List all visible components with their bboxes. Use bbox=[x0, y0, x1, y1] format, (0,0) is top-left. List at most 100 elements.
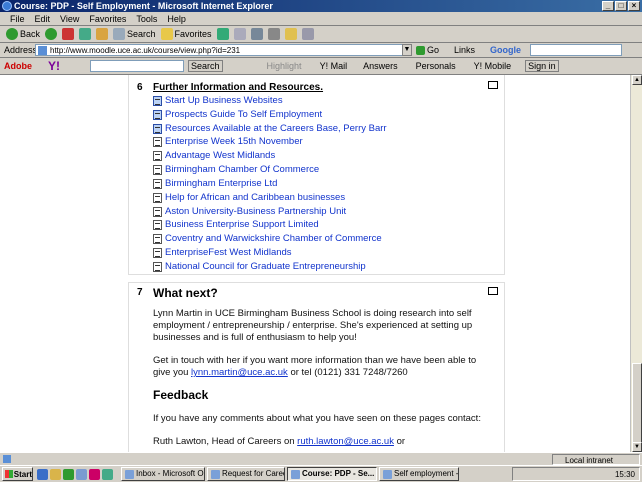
history-button[interactable] bbox=[233, 28, 246, 40]
section-toggle-checkbox[interactable] bbox=[488, 287, 498, 295]
scroll-down-arrow-icon[interactable]: ▼ bbox=[632, 442, 642, 452]
menu-view[interactable]: View bbox=[60, 14, 79, 24]
resource-link[interactable]: Resources Available at the Careers Base,… bbox=[153, 123, 387, 134]
menu-file[interactable]: File bbox=[10, 14, 25, 24]
menu-bar: File Edit View Favorites Tools Help bbox=[0, 12, 642, 26]
resource-label: Birmingham Enterprise Ltd bbox=[165, 178, 278, 189]
minimize-button[interactable]: _ bbox=[602, 1, 614, 11]
resource-link[interactable]: Aston University-Business Partnership Un… bbox=[153, 206, 346, 217]
print-button[interactable] bbox=[267, 28, 280, 40]
resource-link[interactable]: Enterprise Week 15th November bbox=[153, 136, 303, 147]
adobe-button[interactable]: Adobe bbox=[4, 61, 32, 71]
resource-label: National Council for Graduate Entreprene… bbox=[165, 261, 366, 272]
yahoo-mail-button[interactable]: Y! Mail bbox=[320, 61, 348, 71]
course-section-7: 7 What next? Lynn Martin in UCE Birmingh… bbox=[128, 282, 505, 452]
yahoo-logo-icon[interactable]: Y! bbox=[48, 59, 60, 73]
menu-help[interactable]: Help bbox=[167, 14, 186, 24]
media-quicklaunch-icon[interactable] bbox=[63, 468, 74, 480]
resource-label: Help for African and Caribbean businesse… bbox=[165, 192, 346, 203]
sign-in-button[interactable]: Sign in bbox=[525, 60, 559, 72]
taskbar-button-course[interactable]: Course: PDP - Se... bbox=[287, 467, 377, 481]
resource-link[interactable]: Business Enterprise Support Limited bbox=[153, 219, 319, 230]
resource-label: Business Enterprise Support Limited bbox=[165, 219, 319, 230]
links-button[interactable]: Links bbox=[454, 45, 475, 55]
messenger-button[interactable] bbox=[301, 28, 314, 40]
resource-label: Enterprise Week 15th November bbox=[165, 136, 303, 147]
mail-button[interactable] bbox=[250, 28, 263, 40]
ie-logo-icon bbox=[2, 1, 12, 11]
scroll-up-arrow-icon[interactable]: ▲ bbox=[632, 75, 642, 85]
favorites-button[interactable]: Favorites bbox=[160, 28, 212, 40]
yahoo-search-button[interactable]: Search bbox=[188, 60, 223, 72]
intro-paragraph: Lynn Martin in UCE Birmingham Business S… bbox=[153, 308, 473, 343]
section-number: 6 bbox=[137, 82, 143, 93]
taskbar-button-inbox[interactable]: Inbox - Microsoft Outl... bbox=[121, 467, 205, 481]
page-status-icon bbox=[3, 455, 11, 463]
highlight-button[interactable]: Highlight bbox=[267, 61, 302, 71]
app2-quicklaunch-icon[interactable] bbox=[102, 468, 113, 480]
forward-button[interactable] bbox=[45, 28, 58, 40]
zone-indicator: Local intranet bbox=[552, 454, 640, 465]
yahoo-search-input[interactable] bbox=[90, 60, 184, 72]
resource-label: Start Up Business Websites bbox=[165, 95, 283, 106]
address-dropdown-button[interactable]: ▼ bbox=[402, 44, 412, 56]
window-titlebar: Course: PDP - Self Employment - Microsof… bbox=[0, 0, 642, 12]
app-quicklaunch-icon[interactable] bbox=[89, 468, 100, 480]
resource-label: Birmingham Chamber Of Commerce bbox=[165, 164, 320, 175]
go-button[interactable]: Go bbox=[416, 45, 439, 55]
resource-link[interactable]: Birmingham Enterprise Ltd bbox=[153, 178, 277, 189]
vertical-scrollbar[interactable]: ▲ ▼ bbox=[630, 75, 642, 452]
folder-button[interactable] bbox=[284, 28, 297, 40]
personals-button[interactable]: Personals bbox=[416, 61, 456, 71]
word-doc-icon bbox=[153, 95, 162, 106]
or-text: or bbox=[396, 436, 406, 447]
maximize-button[interactable]: □ bbox=[615, 1, 627, 11]
section-number: 7 bbox=[137, 287, 143, 298]
taskbar-button-request[interactable]: Request for Careers ... bbox=[207, 467, 285, 481]
search-button[interactable]: Search bbox=[113, 28, 156, 40]
start-label: Start bbox=[13, 469, 32, 479]
folder-quicklaunch-icon[interactable] bbox=[50, 468, 61, 480]
resource-link[interactable]: National Council for Graduate Entreprene… bbox=[153, 261, 366, 272]
section-heading: What next? bbox=[153, 286, 218, 300]
word-doc-icon bbox=[153, 123, 162, 134]
ie-quicklaunch-icon[interactable] bbox=[37, 468, 48, 480]
section-toggle-checkbox[interactable] bbox=[488, 81, 498, 89]
stop-button[interactable] bbox=[62, 28, 75, 40]
resource-link[interactable]: EnterpriseFest West Midlands bbox=[153, 247, 292, 258]
google-search-input[interactable] bbox=[530, 44, 622, 56]
yahoo-mobile-button[interactable]: Y! Mobile bbox=[474, 61, 512, 71]
resource-link[interactable]: Birmingham Chamber Of Commerce bbox=[153, 164, 319, 175]
resource-label: Aston University-Business Partnership Un… bbox=[165, 206, 347, 217]
scroll-thumb[interactable] bbox=[632, 363, 642, 443]
address-input[interactable]: http://www.moodle.uce.ac.uk/course/view.… bbox=[35, 44, 411, 56]
home-button[interactable] bbox=[96, 28, 109, 40]
window-title: Course: PDP - Self Employment - Microsof… bbox=[14, 1, 273, 11]
resource-link[interactable]: Prospects Guide To Self Employment bbox=[153, 109, 322, 120]
email-link[interactable]: ruth.lawton@uce.ac.uk bbox=[297, 436, 394, 447]
resource-label: Coventry and Warwickshire Chamber of Com… bbox=[165, 233, 382, 244]
menu-tools[interactable]: Tools bbox=[136, 14, 157, 24]
menu-edit[interactable]: Edit bbox=[35, 14, 51, 24]
resource-link[interactable]: Advantage West Midlands bbox=[153, 150, 275, 161]
answers-button[interactable]: Answers bbox=[363, 61, 398, 71]
taskbar-button-self-employment[interactable]: Self employment - sup... bbox=[379, 467, 459, 481]
refresh-button[interactable] bbox=[79, 28, 92, 40]
media-button[interactable] bbox=[216, 28, 229, 40]
back-button[interactable]: Back bbox=[6, 28, 40, 40]
back-arrow-icon bbox=[6, 28, 18, 40]
menu-favorites[interactable]: Favorites bbox=[89, 14, 126, 24]
resource-link[interactable]: Coventry and Warwickshire Chamber of Com… bbox=[153, 233, 382, 244]
start-button[interactable]: Start bbox=[2, 467, 33, 481]
back-label: Back bbox=[20, 29, 41, 39]
feedback-contact-text: Ruth Lawton, Head of Careers on bbox=[153, 436, 295, 447]
quick-launch bbox=[37, 468, 113, 480]
desktop-quicklaunch-icon[interactable] bbox=[76, 468, 87, 480]
address-url: http://www.moodle.uce.ac.uk/course/view.… bbox=[50, 46, 241, 55]
google-logo[interactable]: Google bbox=[490, 45, 521, 55]
doc-icon bbox=[153, 261, 162, 272]
resource-link[interactable]: Start Up Business Websites bbox=[153, 95, 283, 106]
resource-link[interactable]: Help for African and Caribbean businesse… bbox=[153, 192, 345, 203]
email-link[interactable]: lynn.martin@uce.ac.uk bbox=[191, 367, 288, 378]
close-button[interactable]: × bbox=[628, 1, 640, 11]
